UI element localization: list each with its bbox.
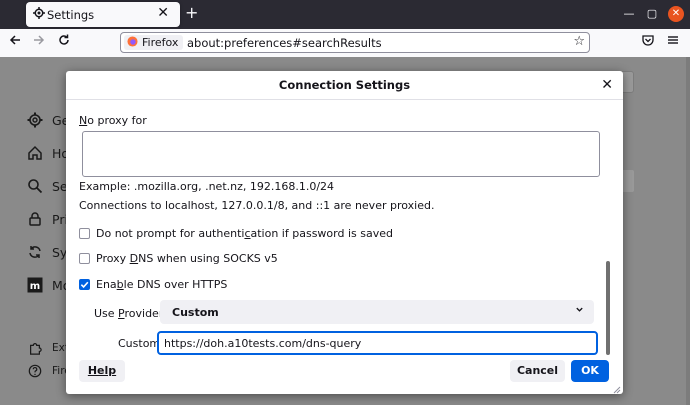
no-proxy-example: Example: .mozilla.org, .net.nz, 192.168.… [79, 180, 335, 193]
label-text: NS when using SOCKS v5 [138, 252, 278, 265]
provider-selected-value: Custom [172, 306, 219, 319]
sync-icon [26, 243, 44, 261]
ok-button[interactable]: OK [571, 360, 609, 382]
cancel-button[interactable]: Cancel [510, 360, 565, 382]
gear-icon [26, 111, 44, 129]
firefox-logo-icon [127, 35, 138, 50]
checkbox-box[interactable] [79, 253, 90, 264]
sidebar-item-extensions[interactable]: Ext [26, 339, 69, 357]
no-proxy-label: No proxy for [79, 114, 147, 127]
custom-label: Custom [118, 337, 161, 350]
checkbox-label: Do not prompt for authentication if pass… [96, 227, 393, 240]
checkbox-no-auth-prompt[interactable]: Do not prompt for authentication if pass… [79, 227, 393, 240]
sidebar-item-search[interactable]: Se [26, 177, 68, 195]
menu-icon[interactable] [664, 34, 682, 52]
maximize-button[interactable]: ▢ [644, 6, 660, 22]
puzzle-icon [26, 339, 44, 357]
connection-settings-dialog: Connection Settings ✕ No proxy for Examp… [66, 71, 623, 394]
label-text: Proxy [96, 252, 130, 265]
lock-icon [26, 210, 44, 228]
gear-icon [33, 7, 45, 22]
minimize-button[interactable]: — [621, 6, 637, 22]
resize-grip-icon[interactable] [613, 384, 621, 394]
navigation-bar: Firefox about:preferences#searchResults … [0, 29, 690, 58]
home-icon [26, 144, 44, 162]
svg-text:m: m [30, 281, 40, 292]
sidebar-item-privacy[interactable]: Pri [26, 210, 68, 228]
window-close-button[interactable]: ✕ [668, 6, 684, 22]
label-text: Ena [96, 278, 117, 291]
forward-arrow-icon[interactable] [30, 34, 48, 52]
close-tab-icon[interactable]: ✕ [157, 5, 169, 21]
checkbox-label: Enable DNS over HTTPS [96, 278, 227, 291]
checkbox-box[interactable] [79, 279, 90, 290]
dialog-title-text: Connection Settings [278, 78, 411, 92]
title-bar: Settings ✕ + — ▢ ✕ [0, 0, 690, 29]
mozilla-icon: m [26, 276, 44, 294]
custom-doh-url-input[interactable]: https://doh.a10tests.com/dns-query [157, 331, 598, 355]
url-text: about:preferences#searchResults [187, 36, 382, 50]
dialog-title: Connection Settings ✕ [66, 71, 623, 100]
label-text: ation if password is saved [250, 227, 393, 240]
no-proxy-textarea[interactable] [82, 131, 600, 177]
sidebar-item-firefox-support[interactable]: Fire [26, 362, 71, 380]
checkbox-enable-doh[interactable]: Enable DNS over HTTPS [79, 278, 227, 291]
tab-settings[interactable]: Settings ✕ [26, 2, 180, 27]
tab-title: Settings [47, 8, 95, 22]
checkbox-box[interactable] [79, 228, 90, 239]
label-text: rovider [124, 307, 164, 320]
checkmark-icon [80, 281, 89, 289]
help-icon [26, 362, 44, 380]
provider-select[interactable]: Custom [160, 300, 594, 324]
pocket-icon[interactable] [639, 34, 657, 52]
label-text: o proxy for [87, 114, 147, 127]
reload-icon[interactable] [55, 34, 73, 52]
page-scrollbar[interactable] [686, 57, 690, 405]
localhost-note: Connections to localhost, 127.0.0.1/8, a… [79, 199, 435, 212]
label-text: Do not prompt for authenti [96, 227, 245, 240]
identity-box[interactable]: Firefox [124, 35, 184, 50]
access-key: b [116, 278, 124, 291]
access-key: D [129, 252, 139, 265]
custom-doh-url-value: https://doh.a10tests.com/dns-query [164, 337, 362, 350]
sidebar-item-general[interactable]: Ge [26, 111, 69, 129]
search-icon [26, 177, 44, 195]
bookmark-star-icon[interactable]: ☆ [573, 34, 585, 49]
url-bar[interactable]: Firefox about:preferences#searchResults … [120, 32, 590, 53]
label-text: le DNS over HTTPS [123, 278, 228, 291]
label-text: Use [94, 307, 119, 320]
back-arrow-icon[interactable] [6, 34, 24, 52]
checkbox-label: Proxy DNS when using SOCKS v5 [96, 252, 278, 265]
dialog-scrollbar[interactable] [606, 261, 610, 355]
checkbox-proxy-dns-socks[interactable]: Proxy DNS when using SOCKS v5 [79, 252, 278, 265]
help-button[interactable]: Help [79, 360, 125, 382]
identity-label: Firefox [142, 36, 179, 49]
chevron-down-icon [575, 305, 584, 317]
new-tab-button[interactable]: + [185, 3, 198, 23]
use-provider-label: Use Provider [94, 307, 163, 320]
sidebar-item-sync[interactable]: Sy [26, 243, 67, 261]
sidebar-item-home[interactable]: Ho [26, 144, 69, 162]
close-icon[interactable]: ✕ [601, 77, 613, 93]
access-key: N [79, 114, 88, 127]
sidebar-item-more-from-mozilla[interactable]: m Mo [26, 276, 70, 294]
